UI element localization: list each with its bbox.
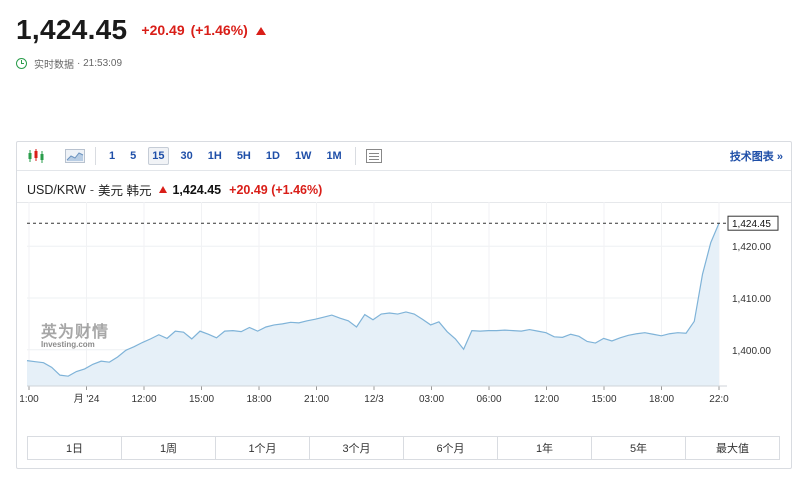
- price-chart[interactable]: 1,420.00 1,410.00 1,400.00 1:00 月 '24 12:00 15…: [17, 142, 791, 432]
- x-tick-label: 12/3: [364, 394, 384, 405]
- range-button[interactable]: 1年: [498, 437, 592, 459]
- range-button[interactable]: 1日: [28, 437, 122, 459]
- range-button[interactable]: 1周: [122, 437, 216, 459]
- up-arrow-icon: [255, 27, 266, 35]
- range-button[interactable]: 3个月: [310, 437, 404, 459]
- x-tick-label: 18:00: [246, 394, 271, 405]
- area-fill: [27, 223, 719, 386]
- price-row: 1,424.45 +20.49 (+1.46%): [16, 14, 266, 46]
- y-tick-label: 1,420.00: [732, 242, 771, 253]
- x-tick-label: 22:0: [709, 394, 729, 405]
- x-tick-label: 06:00: [476, 394, 501, 405]
- range-selector: 1日 1周 1个月 3个月 6个月 1年 5年 最大值: [27, 436, 780, 460]
- range-button[interactable]: 5年: [592, 437, 686, 459]
- data-status: 实时数据 · 21:53:09: [16, 56, 266, 71]
- y-tick-label: 1,410.00: [732, 294, 771, 305]
- x-tick-label: 12:00: [131, 394, 156, 405]
- chart-widget: 1 5 15 30 1H 5H 1D 1W 1M 技术图表 » USD/KRW - 美元 韩元 …: [16, 141, 792, 469]
- x-tick-label: 1:00: [19, 394, 39, 405]
- status-label: 实时数据: [34, 60, 74, 71]
- range-button[interactable]: 最大值: [686, 437, 779, 459]
- change-percent: (+1.46%): [190, 22, 248, 38]
- clock-icon: [16, 58, 27, 69]
- x-tick-label: 12:00: [534, 394, 559, 405]
- status-time: · 21:53:09: [77, 58, 123, 69]
- x-tick-label: 15:00: [189, 394, 214, 405]
- x-tick-label: 03:00: [419, 394, 444, 405]
- last-price-tag-text: 1,424.45: [732, 219, 771, 230]
- watermark-cn: 英为财情: [41, 324, 110, 341]
- x-tick-label: 15:00: [591, 394, 616, 405]
- range-button[interactable]: 6个月: [404, 437, 498, 459]
- y-tick-label: 1,400.00: [732, 346, 771, 357]
- x-tick-label: 18:00: [649, 394, 674, 405]
- x-tick-label: 月 '24: [74, 393, 100, 405]
- range-button[interactable]: 1个月: [216, 437, 310, 459]
- change-value: +20.49: [141, 22, 185, 38]
- quote-header: 1,424.45 +20.49 (+1.46%) 实时数据 · 21:53:09: [16, 14, 266, 71]
- watermark-en: Investing.com: [41, 340, 95, 349]
- last-price: 1,424.45: [16, 14, 128, 45]
- price-change: +20.49 (+1.46%): [141, 22, 266, 38]
- x-tick-label: 21:00: [304, 394, 329, 405]
- watermark-logo: 英为财情 Investing.com: [41, 318, 109, 349]
